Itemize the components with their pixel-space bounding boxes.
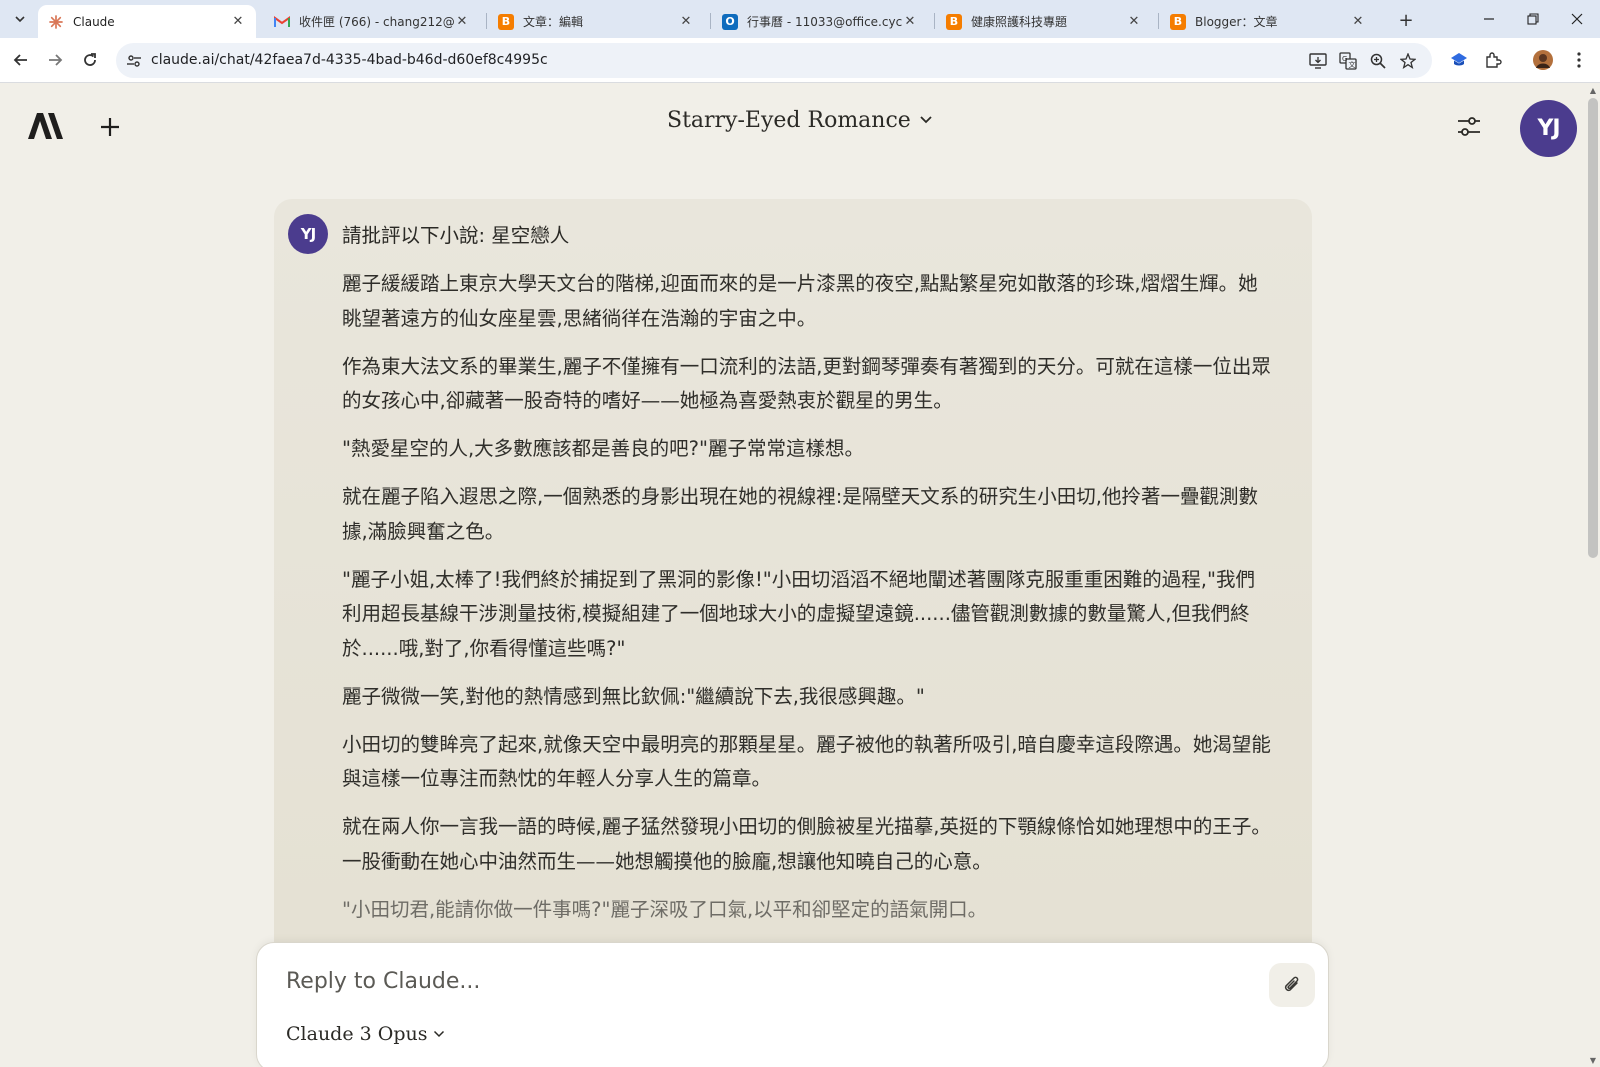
chevron-down-icon	[434, 1030, 445, 1038]
arrow-right-icon	[49, 54, 63, 66]
extension-icon[interactable]	[1448, 49, 1470, 71]
paperclip-icon	[1284, 976, 1299, 992]
svg-text:G: G	[1342, 55, 1347, 63]
tab-separator	[1158, 13, 1159, 29]
close-window-button[interactable]	[1555, 0, 1599, 38]
minimize-icon	[1484, 18, 1494, 20]
browser-tab-health[interactable]: B 健康照護科技專題 ✕	[936, 5, 1152, 38]
profile-avatar-icon[interactable]	[1532, 49, 1554, 71]
chevron-down-icon	[15, 16, 25, 23]
message-paragraph: 小田切的雙眸亮了起來,就像天空中最明亮的那顆星星。麗子被他的執著所吸引,暗自慶幸…	[342, 732, 1271, 791]
tab-title: Blogger：文章	[1195, 15, 1278, 29]
close-tab-icon[interactable]: ✕	[454, 14, 470, 30]
tab-separator	[486, 13, 487, 29]
back-button[interactable]	[7, 46, 35, 74]
restore-window-button[interactable]	[1511, 0, 1555, 38]
tab-title: 行事曆 - 11033@office.cycu.e	[747, 15, 902, 29]
close-icon	[1571, 13, 1583, 25]
reply-input[interactable]: Reply to Claude...	[286, 969, 480, 994]
browser-tab-claude[interactable]: Claude ✕	[38, 5, 256, 38]
close-tab-icon[interactable]: ✕	[902, 14, 918, 30]
install-app-icon[interactable]	[1308, 51, 1328, 71]
message-paragraph: "麗子小姐,太棒了!我們終於捕捉到了黑洞的影像!"小田切滔滔不絕地闡述著團隊克服…	[342, 567, 1255, 660]
blogger-favicon-icon: B	[1170, 13, 1186, 30]
message-paragraph: 麗子微微一笑,對他的熱情感到無比欽佩:"繼續說下去,我很感興趣。"	[342, 684, 925, 708]
message-paragraph: 就在兩人你一言我一語的時候,麗子猛然發現小田切的側臉被星光描摹,英挺的下顎線條恰…	[342, 815, 1271, 873]
restore-icon	[1527, 13, 1539, 25]
scrollbar-thumb[interactable]	[1588, 98, 1598, 558]
chat-title-text: Starry-Eyed Romance	[667, 107, 911, 133]
model-selector[interactable]: Claude 3 Opus	[286, 1023, 445, 1045]
url-text[interactable]: claude.ai/chat/42faea7d-4335-4bad-b46d-d…	[151, 52, 548, 68]
close-tab-icon[interactable]: ✕	[678, 14, 694, 30]
scroll-up-arrow-icon[interactable]: ▲	[1588, 86, 1598, 95]
message-paragraph: "小田切君,能請你做一件事嗎?"麗子深吸了口氣,以平和卻堅定的語氣開口。	[342, 897, 988, 921]
gmail-favicon-icon	[274, 14, 290, 30]
tab-separator	[710, 13, 711, 29]
browser-tab-gmail[interactable]: 收件匣 (766) - chang212@gm ✕	[264, 5, 480, 38]
user-avatar: YJ	[288, 214, 328, 254]
browser-tab-blogger-posts[interactable]: B Blogger：文章 ✕	[1160, 5, 1376, 38]
attach-file-button[interactable]	[1269, 963, 1315, 1007]
forward-button[interactable]	[41, 46, 69, 74]
browser-tab-outlook[interactable]: O 行事曆 - 11033@office.cycu.e ✕	[712, 5, 928, 38]
tab-title: 健康照護科技專題	[971, 15, 1068, 29]
tab-search-button[interactable]	[8, 7, 32, 31]
new-tab-button[interactable]: +	[1394, 8, 1418, 32]
browser-tab-strip: Claude ✕ 收件匣 (766) - chang212@gm ✕ B 文章：…	[0, 0, 1600, 38]
chevron-down-icon	[920, 116, 932, 124]
site-info-icon[interactable]	[124, 51, 144, 71]
message-paragraph: 就在麗子陷入遐思之際,一個熟悉的身影出現在她的視線裡:是隔壁天文系的研究生小田切…	[342, 485, 1258, 543]
scroll-down-arrow-icon[interactable]: ▼	[1588, 1056, 1598, 1065]
user-avatar-button[interactable]: YJ	[1520, 100, 1577, 157]
close-tab-icon[interactable]: ✕	[1126, 14, 1142, 30]
blogger-favicon-icon: B	[946, 13, 962, 30]
sliders-icon	[1458, 117, 1480, 136]
chat-settings-button[interactable]	[1455, 113, 1483, 141]
anthropic-logo-icon[interactable]	[28, 113, 64, 143]
message-body: 麗子緩緩踏上東京大學天文台的階梯,迎面而來的是一片漆黑的夜空,點點繁星宛如散落的…	[342, 267, 1272, 941]
blogger-favicon-icon: B	[498, 13, 514, 30]
new-chat-button[interactable]	[96, 113, 124, 141]
translate-icon[interactable]: G文	[1338, 51, 1358, 71]
address-bar[interactable]: claude.ai/chat/42faea7d-4335-4bad-b46d-d…	[116, 43, 1432, 78]
close-tab-icon[interactable]: ✕	[230, 14, 246, 30]
minimize-window-button[interactable]	[1467, 0, 1511, 38]
bookmark-star-icon[interactable]	[1398, 51, 1418, 71]
zoom-icon[interactable]	[1368, 51, 1388, 71]
browser-toolbar: claude.ai/chat/42faea7d-4335-4bad-b46d-d…	[0, 38, 1600, 83]
tab-title: Claude	[73, 14, 115, 29]
reply-composer: Reply to Claude... Claude 3 Opus	[256, 942, 1329, 1067]
tab-title: 文章：編輯	[523, 15, 584, 29]
more-menu-icon[interactable]	[1568, 49, 1590, 71]
reload-icon	[84, 53, 96, 66]
message-paragraph: "熱愛星空的人,大多數應該都是善良的吧?"麗子常常這樣想。	[342, 437, 864, 460]
message-paragraph: 作為東大法文系的畢業生,麗子不僅擁有一口流利的法語,更對鋼琴彈奏有著獨到的天分。…	[342, 354, 1271, 413]
message-paragraph: 麗子緩緩踏上東京大學天文台的階梯,迎面而來的是一片漆黑的夜空,點點繁星宛如散落的…	[342, 272, 1258, 330]
chat-title-dropdown[interactable]: Starry-Eyed Romance	[667, 103, 933, 137]
message-first-line: 請批評以下小說: 星空戀人	[342, 224, 570, 247]
user-message-card: YJ 請批評以下小說: 星空戀人 麗子緩緩踏上東京大學天文台的階梯,迎面而來的是…	[274, 199, 1312, 1067]
plus-icon	[101, 118, 119, 136]
tab-separator	[934, 13, 935, 29]
outlook-favicon-icon: O	[722, 13, 738, 30]
close-tab-icon[interactable]: ✕	[1350, 14, 1366, 30]
browser-tab-blogger-edit[interactable]: B 文章：編輯 ✕	[488, 5, 704, 38]
arrow-left-icon	[13, 54, 27, 66]
reload-button[interactable]	[76, 46, 104, 74]
claude-favicon-icon	[48, 14, 64, 30]
extensions-puzzle-icon[interactable]	[1482, 49, 1504, 71]
model-name: Claude 3 Opus	[286, 1023, 428, 1045]
svg-text:文: 文	[1349, 60, 1356, 69]
tab-title: 收件匣 (766) - chang212@gm	[299, 15, 454, 29]
